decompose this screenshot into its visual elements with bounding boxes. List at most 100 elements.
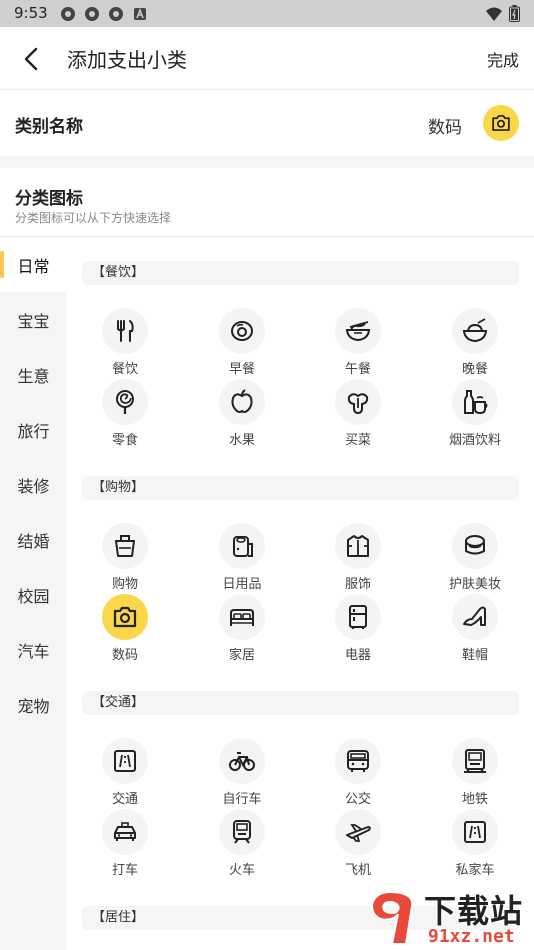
category-icon-item[interactable]: 午餐: [318, 308, 398, 377]
icon-label: 打车: [111, 863, 138, 878]
icon-circle: [452, 379, 498, 425]
train-icon: [233, 820, 251, 844]
nav-item-baby[interactable]: 宝宝: [0, 292, 67, 347]
nav-item-car[interactable]: 汽车: [0, 622, 67, 677]
nav-item-label: 旅行: [17, 421, 50, 441]
nav-item-campus[interactable]: 校园: [0, 567, 67, 622]
category-icon-item[interactable]: 自行车: [202, 738, 282, 807]
bed-icon: [230, 609, 254, 626]
nav-item-label: 汽车: [17, 641, 50, 661]
watermark-logo-icon: [371, 890, 414, 945]
icon-label: 水果: [228, 433, 255, 448]
icon-circle: [335, 809, 381, 855]
nav-item-label: 宝宝: [17, 311, 50, 331]
category-icon-item[interactable]: 数码: [85, 594, 165, 663]
icon-circle: [219, 809, 265, 855]
category-icon-item[interactable]: 买菜: [318, 379, 398, 448]
nav-item-pet[interactable]: 宠物: [0, 677, 67, 732]
category-icon-item[interactable]: 鞋帽: [435, 594, 515, 663]
icon-label: 家居: [228, 648, 255, 663]
apple-icon: [231, 389, 253, 413]
app-header: 添加支出小类 完成: [0, 27, 534, 89]
icon-label: 买菜: [344, 433, 371, 448]
nav-item-daily[interactable]: 日常: [0, 237, 67, 292]
category-icon-item[interactable]: 地铁: [435, 738, 515, 807]
category-icon-item[interactable]: 烟酒饮料: [435, 379, 515, 448]
icon-circle: [335, 594, 381, 640]
icon-circle: [219, 594, 265, 640]
watermark-url: 91xz.net: [428, 926, 515, 947]
bottle-cup-icon: [464, 390, 488, 415]
icon-circle: [102, 738, 148, 784]
vegetable-icon: [347, 393, 369, 415]
taxi-icon: [114, 822, 136, 841]
icon-circle: [102, 523, 148, 569]
icon-label: 晚餐: [461, 362, 488, 377]
icon-grid-area[interactable]: 【餐饮】 餐饮 早餐 午餐 晚餐 零食 水果 买菜 烟酒饮料 【购物】 购物 日用品 服饰 护肤美妆 数码 家…: [67, 237, 534, 950]
tissue-roll-icon: [233, 536, 253, 557]
icon-label: 护肤美妆: [448, 577, 501, 592]
private-car-icon: [464, 821, 486, 843]
icon-label: 服饰: [344, 577, 371, 592]
section-gap: [0, 156, 534, 168]
nav-item-travel[interactable]: 旅行: [0, 402, 67, 457]
icon-circle: [219, 738, 265, 784]
category-name-value[interactable]: 数码: [428, 113, 462, 138]
category-icon-item[interactable]: 晚餐: [435, 308, 515, 377]
category-icon-item[interactable]: 服饰: [318, 523, 398, 592]
bicycle-icon: [229, 752, 255, 771]
shopping-bag-icon: [115, 535, 135, 557]
nav-item-wedding[interactable]: 结婚: [0, 512, 67, 567]
nav-item-label: 校园: [17, 586, 50, 606]
category-icon-item[interactable]: 私家车: [435, 809, 515, 878]
category-icon-item[interactable]: 交通: [85, 738, 165, 807]
icon-section-subtitle: 分类图标可以从下方快速选择: [15, 211, 172, 225]
icon-circle: [102, 594, 148, 640]
icon-label: 鞋帽: [461, 648, 488, 663]
category-name-row[interactable]: 类别名称 数码: [0, 90, 534, 156]
icon-label: 零食: [111, 433, 138, 448]
category-icon-item[interactable]: 飞机: [318, 809, 398, 878]
category-icon-item[interactable]: 早餐: [202, 308, 282, 377]
section-header: 【餐饮】: [82, 261, 519, 285]
category-icon-item[interactable]: 餐饮: [85, 308, 165, 377]
category-icon-item[interactable]: 日用品: [202, 523, 282, 592]
category-icon-item[interactable]: 购物: [85, 523, 165, 592]
nav-item-label: 日常: [17, 256, 50, 276]
nav-item-decoration[interactable]: 装修: [0, 457, 67, 512]
page-title: 添加支出小类: [67, 48, 187, 72]
airplane-icon: [346, 824, 371, 842]
category-icon-item[interactable]: 水果: [202, 379, 282, 448]
back-arrow-icon[interactable]: [18, 45, 46, 73]
nav-item-label: 结婚: [17, 531, 50, 551]
icon-label: 烟酒饮料: [448, 433, 501, 448]
icon-label: 午餐: [344, 362, 371, 377]
rice-bowl-icon: [462, 318, 488, 343]
category-icon-item[interactable]: 护肤美妆: [435, 523, 515, 592]
category-icon-item[interactable]: 电器: [318, 594, 398, 663]
app-notification-icon: [109, 7, 123, 21]
icon-circle: [452, 738, 498, 784]
icon-label: 日用品: [222, 577, 262, 592]
nav-item-business[interactable]: 生意: [0, 347, 67, 402]
icon-label: 自行车: [222, 792, 262, 807]
nav-item-label: 宠物: [17, 696, 50, 716]
status-right: [485, 5, 520, 22]
camera-icon: [113, 606, 137, 628]
icon-label: 火车: [228, 863, 255, 878]
icon-circle: [452, 809, 498, 855]
category-icon-item[interactable]: 打车: [85, 809, 165, 878]
category-icon-item[interactable]: 零食: [85, 379, 165, 448]
icon-label: 购物: [111, 577, 138, 592]
font-notification-icon: [134, 7, 146, 20]
category-icon-item[interactable]: 火车: [202, 809, 282, 878]
selected-icon-button[interactable]: [483, 105, 519, 141]
icon-circle: [102, 809, 148, 855]
done-button[interactable]: 完成: [487, 47, 519, 71]
icon-label: 交通: [111, 792, 138, 807]
category-icon-item[interactable]: 家居: [202, 594, 282, 663]
section-header: 【交通】: [82, 691, 519, 715]
category-icon-item[interactable]: 公交: [318, 738, 398, 807]
nav-item-label: 装修: [17, 476, 50, 496]
nav-item-label: 生意: [17, 366, 50, 386]
